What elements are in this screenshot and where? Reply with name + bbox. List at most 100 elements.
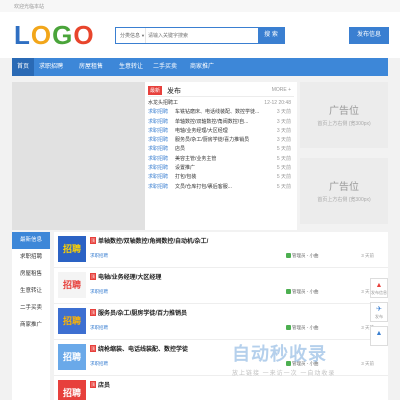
- recruit-thumbnail[interactable]: 招聘: [58, 236, 86, 262]
- news-item-category[interactable]: 求职招聘: [148, 145, 168, 154]
- nav-secondhand[interactable]: 二手买卖: [148, 58, 182, 76]
- news-item-text[interactable]: 车铣钻磨床、电话线装配、数控学徒...: [175, 108, 259, 117]
- listing-title[interactable]: 绕枪缩装、电话线装配、数控学徒: [98, 344, 188, 353]
- top-badge: 顶: [90, 273, 96, 280]
- listing-poster: 管理员 - 小曲: [286, 289, 319, 295]
- news-item[interactable]: 求职招聘 设置推广 5 天前: [148, 164, 294, 173]
- news-item-time: 3 天前: [276, 127, 291, 134]
- recruit-thumbnail[interactable]: 招聘: [58, 344, 86, 370]
- listing-category[interactable]: 求职招聘: [90, 361, 108, 367]
- news-item[interactable]: 求职招聘 车铣钻磨床、电话线装配、数控学徒... 3 天前: [148, 108, 294, 117]
- header: LOGO 分类信息▼ 搜 索 发布信息: [0, 12, 400, 58]
- thumb-text: 招聘: [63, 279, 81, 291]
- listing-item[interactable]: 招聘 顶 服务员/杂工/厨房学徒/百力推销员 求职招聘 管理员 - 小曲 3 天…: [54, 304, 388, 340]
- nav-business-transfer[interactable]: 生意转让: [114, 58, 148, 76]
- top-badge: 顶: [90, 309, 96, 316]
- float-share-label: 发布: [375, 314, 383, 319]
- news-item-category[interactable]: 求职招聘: [148, 155, 168, 164]
- news-item-text[interactable]: 文员/仓库打包/裹后客服...: [175, 183, 232, 192]
- side-item-secondhand[interactable]: 二手买卖: [12, 300, 50, 317]
- news-more-link[interactable]: MORE +: [272, 87, 291, 93]
- side-item-merchant-promo[interactable]: 商家推广: [12, 317, 50, 334]
- news-item[interactable]: 求职招聘 单轴数控/双轴数控/角阀数控/自... 3 天前: [148, 118, 294, 127]
- news-item-text[interactable]: 设置推广: [175, 164, 195, 173]
- news-item[interactable]: 求职招聘 服务员/杂工/厨房学徒/喜力推销员 3 天前: [148, 136, 294, 145]
- news-item[interactable]: 求职招聘 电轴/业务经理/大区经理 3 天前: [148, 127, 294, 136]
- news-item[interactable]: 水龙头招聘工 12-12 20:48: [148, 99, 294, 108]
- thumb-text: 招聘: [63, 351, 81, 363]
- search-input[interactable]: [148, 29, 258, 42]
- news-item-time: 5 天前: [276, 155, 291, 162]
- poster-name: 管理员 - 小曲: [292, 325, 319, 330]
- news-item[interactable]: 求职招聘 美容主管/业务主管 5 天前: [148, 155, 294, 164]
- thumb-text: 招聘: [63, 243, 81, 255]
- listing-item[interactable]: 招聘 顶 电轴/业务经理/大区经理 求职招聘 管理员 - 小曲 3 天前: [54, 268, 388, 304]
- arrow-up-icon: ▲: [375, 330, 383, 337]
- post-info-button[interactable]: 发布信息: [349, 27, 389, 44]
- search-category-select[interactable]: 分类信息▼: [116, 28, 146, 43]
- side-item-business-transfer[interactable]: 生意转让: [12, 283, 50, 300]
- news-item-category[interactable]: 求职招聘: [148, 108, 168, 117]
- news-item-text[interactable]: 打包/包装: [175, 173, 196, 182]
- search-button[interactable]: 搜 索: [258, 27, 284, 44]
- news-item-category[interactable]: 求职招聘: [148, 118, 168, 127]
- poster-name: 管理员 - 小曲: [292, 289, 319, 294]
- watermark: 自动秒收录 放上链接 一来访一次 一自动收录: [232, 340, 392, 380]
- nav-merchant-promo[interactable]: 商家推广: [182, 58, 222, 76]
- side-item-housing[interactable]: 房屋租售: [12, 266, 50, 283]
- latest-news-panel: 最新 发布 MORE + 水龙头招聘工 12-12 20:48 求职招聘 车铣钻磨床…: [145, 82, 297, 230]
- listing-time: 3 天前: [361, 253, 374, 258]
- side-item-latest[interactable]: 最新信息: [12, 232, 50, 249]
- news-item-category[interactable]: 求职招聘: [148, 183, 168, 192]
- listing-item[interactable]: 招聘 顶 单轴数控/双轴数控/角阀数控/自动机/杂工/ 求职招聘 管理员 - 小…: [54, 232, 388, 268]
- nav-jobs[interactable]: 求职招聘: [34, 58, 68, 76]
- ad-slot[interactable]: 广告位 首页上方右侧 (宽300px): [300, 82, 388, 148]
- nav-home[interactable]: 首页: [12, 58, 34, 76]
- category-sidebar: 最新信息 求职招聘 房屋租售 生意转让 二手买卖 商家推广: [12, 232, 50, 400]
- news-item-category[interactable]: 求职招聘: [148, 173, 168, 182]
- chevron-down-icon: ▼: [141, 33, 145, 38]
- logo-letter: O: [73, 20, 95, 50]
- news-item-text[interactable]: 美容主管/业务主管: [175, 155, 216, 164]
- top-badge: 顶: [90, 381, 96, 388]
- recruit-thumbnail[interactable]: 招聘: [58, 308, 86, 334]
- float-share-button[interactable]: ✈ 发布: [370, 302, 388, 322]
- watermark-title: 自动秒收录: [232, 344, 327, 364]
- side-item-jobs[interactable]: 求职招聘: [12, 249, 50, 266]
- listing-title[interactable]: 电轴/业务经理/大区经理: [98, 272, 161, 281]
- news-item-time: 5 天前: [276, 183, 291, 190]
- news-item-text[interactable]: 单轴数控/双轴数控/角阀数控/自...: [175, 118, 248, 127]
- news-item-text[interactable]: 店员: [175, 145, 185, 154]
- news-item-text[interactable]: 水龙头招聘工: [148, 99, 178, 108]
- news-item-time: 3 天前: [276, 118, 291, 125]
- news-title: 发布: [167, 88, 181, 95]
- logo-letter: G: [52, 20, 74, 50]
- banner-slider[interactable]: [12, 82, 145, 230]
- main-nav: 首页 求职招聘 房屋租售 生意转让 二手买卖 商家推广: [12, 58, 388, 76]
- listing-title[interactable]: 单轴数控/双轴数控/角阀数控/自动机/杂工/: [98, 236, 208, 245]
- search-bar: 分类信息▼ 搜 索: [115, 27, 285, 44]
- news-item-text[interactable]: 服务员/杂工/厨房学徒/喜力推销员: [175, 136, 249, 145]
- news-item[interactable]: 求职招聘 文员/仓库打包/裹后客服... 5 天前: [148, 183, 294, 192]
- watermark-subtitle: 放上链接 一来访一次 一自动收录: [232, 371, 336, 377]
- news-item-text[interactable]: 电轴/业务经理/大区经理: [175, 127, 228, 136]
- news-item[interactable]: 求职招聘 店员 5 天前: [148, 145, 294, 154]
- listing-title[interactable]: 服务员/杂工/厨房学徒/百力推销员: [98, 308, 187, 317]
- nav-housing[interactable]: 房屋租售: [68, 58, 114, 76]
- listing-title[interactable]: 店员: [98, 380, 110, 389]
- site-logo[interactable]: LOGO: [14, 21, 95, 49]
- news-item[interactable]: 求职招聘 打包/包装 5 天前: [148, 173, 294, 182]
- recruit-thumbnail[interactable]: 招聘: [58, 380, 86, 400]
- ad-slot[interactable]: 广告位 首页上方右侧 (宽300px): [300, 158, 388, 224]
- news-item-category[interactable]: 求职招聘: [148, 136, 168, 145]
- listing-category[interactable]: 求职招聘: [90, 325, 108, 331]
- recruit-thumbnail[interactable]: 招聘: [58, 272, 86, 298]
- float-post-button[interactable]: ▲ 发布信息: [370, 278, 388, 298]
- listing-category[interactable]: 求职招聘: [90, 253, 108, 259]
- top-badge: 顶: [90, 345, 96, 352]
- search-category-label: 分类信息: [120, 33, 141, 39]
- news-item-time: 5 天前: [276, 174, 291, 181]
- news-item-category[interactable]: 求职招聘: [148, 164, 168, 173]
- listing-category[interactable]: 求职招聘: [90, 289, 108, 295]
- news-item-category[interactable]: 求职招聘: [148, 127, 168, 136]
